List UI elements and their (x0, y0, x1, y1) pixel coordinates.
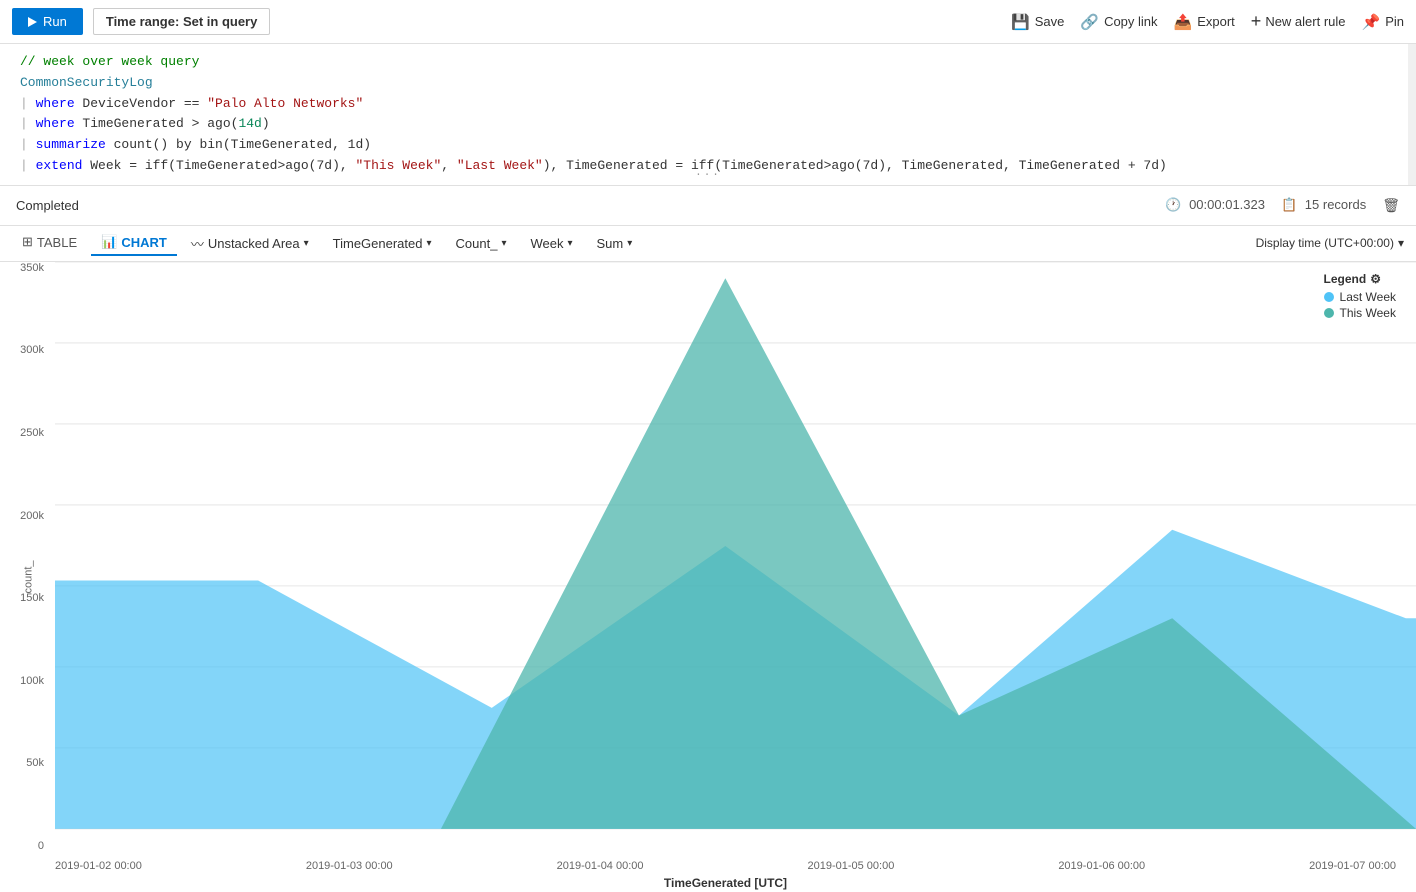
x-label-jan06: 2019-01-06 00:00 (1058, 860, 1145, 872)
pin-button[interactable]: 📌 Pin (1362, 13, 1404, 31)
resize-handle[interactable]: ... (687, 163, 729, 185)
chart-type-dropdown[interactable]: 〰 Unstacked Area ▾ (181, 230, 319, 257)
chart-toolbar: ⊞ TABLE 📊 CHART 〰 Unstacked Area ▾ TimeG… (0, 226, 1416, 262)
y-label-100k: 100k (20, 675, 44, 687)
table-tab[interactable]: ⊞ TABLE (12, 230, 87, 256)
x-axis-dropdown[interactable]: TimeGenerated ▾ (323, 232, 442, 255)
x-label-jan04: 2019-01-04 00:00 (557, 860, 644, 872)
export-icon: 📤 (1174, 13, 1193, 31)
save-button[interactable]: 💾 Save (1011, 13, 1064, 31)
chart-section: count_ 350k 300k 250k 200k 150k 100k 50k… (0, 262, 1416, 892)
split-by-dropdown[interactable]: Week ▾ (520, 232, 582, 255)
query-line4: | summarize count() by bin(TimeGenerated… (16, 135, 1400, 156)
y-label-300k: 300k (20, 344, 44, 356)
y-label-200k: 200k (20, 510, 44, 522)
display-time-label: Display time (UTC+00:00) (1256, 236, 1394, 250)
aggregation-dropdown[interactable]: Sum ▾ (587, 232, 643, 255)
chart-tab-label: CHART (121, 235, 167, 250)
query-line2: | where DeviceVendor == "Palo Alto Netwo… (16, 94, 1400, 115)
chart-icon: 📊 (101, 234, 117, 250)
chevron-down-icon-split: ▾ (567, 238, 572, 249)
status-completed: Completed (16, 198, 79, 213)
legend-dot-last-week (1324, 292, 1334, 302)
copy-link-button[interactable]: 🔗 Copy link (1080, 13, 1157, 31)
x-axis-label: TimeGenerated (333, 236, 423, 251)
copy-link-label: Copy link (1104, 14, 1157, 29)
toolbar-right: 💾 Save 🔗 Copy link 📤 Export + New alert … (1011, 11, 1404, 32)
x-label-jan02: 2019-01-02 00:00 (55, 860, 142, 872)
chevron-down-icon-y: ▾ (501, 238, 506, 249)
delete-button[interactable]: 🗑 (1382, 197, 1400, 214)
new-alert-button[interactable]: + New alert rule (1251, 11, 1346, 32)
chevron-down-icon: ▾ (304, 238, 309, 249)
pin-label: Pin (1385, 14, 1404, 29)
query-editor[interactable]: // week over week query CommonSecurityLo… (0, 44, 1416, 186)
table-icon: ⊞ (22, 234, 33, 250)
x-label-jan05: 2019-01-05 00:00 (807, 860, 894, 872)
split-by-label: Week (530, 236, 563, 251)
status-right: 🕐 00:00:01.323 📋 15 records 🗑 (1165, 197, 1400, 214)
y-axis-label: Count_ (456, 236, 498, 251)
x-label-jan07: 2019-01-07 00:00 (1309, 860, 1396, 872)
y-label-0: 0 (38, 840, 44, 852)
new-alert-label: New alert rule (1265, 14, 1345, 29)
time-range-value: Set in query (183, 14, 257, 29)
y-label-350k: 350k (20, 262, 44, 274)
records-label: 15 records (1305, 197, 1366, 212)
query-line1: CommonSecurityLog (16, 73, 1400, 94)
toolbar-left: Run Time range: Set in query (12, 8, 270, 35)
chart-legend: Legend ⚙ Last Week This Week (1324, 272, 1396, 322)
main-content: // week over week query CommonSecurityLo… (0, 44, 1416, 892)
chart-type-label: Unstacked Area (208, 236, 300, 251)
chevron-down-icon-x: ▾ (426, 238, 431, 249)
x-axis-title: TimeGenerated [UTC] (55, 876, 1396, 890)
play-icon (28, 17, 37, 27)
pin-icon: 📌 (1362, 13, 1381, 31)
run-button[interactable]: Run (12, 8, 83, 35)
records-icon: 📋 (1281, 197, 1297, 212)
x-axis-labels: 2019-01-02 00:00 2019-01-03 00:00 2019-0… (55, 860, 1396, 872)
chevron-down-icon-agg: ▾ (627, 238, 632, 249)
save-icon: 💾 (1011, 13, 1030, 31)
top-toolbar: Run Time range: Set in query 💾 Save 🔗 Co… (0, 0, 1416, 44)
chart-tab[interactable]: 📊 CHART (91, 230, 177, 256)
query-line3: | where TimeGenerated > ago(14d) (16, 114, 1400, 135)
aggregation-label: Sum (597, 236, 624, 251)
export-button[interactable]: 📤 Export (1174, 13, 1235, 31)
vertical-scrollbar[interactable] (1408, 44, 1416, 185)
y-label-150k: 150k (20, 592, 44, 604)
legend-title: Legend ⚙ (1324, 272, 1396, 286)
time-range-button[interactable]: Time range: Set in query (93, 8, 271, 35)
area-chart-icon: 〰 (191, 234, 204, 253)
run-label: Run (43, 14, 67, 29)
display-time-dropdown[interactable]: Display time (UTC+00:00) ▾ (1256, 236, 1404, 250)
link-icon: 🔗 (1080, 13, 1099, 31)
settings-icon[interactable]: ⚙ (1370, 272, 1381, 286)
query-comment: // week over week query (16, 52, 1400, 73)
y-label-250k: 250k (20, 427, 44, 439)
plus-icon: + (1251, 11, 1262, 32)
y-axis-labels: 350k 300k 250k 200k 150k 100k 50k 0 (0, 262, 50, 852)
legend-this-week: This Week (1324, 306, 1396, 320)
legend-last-week: Last Week (1324, 290, 1396, 304)
export-label: Export (1197, 14, 1235, 29)
records-count: 📋 15 records (1281, 197, 1366, 213)
y-axis-dropdown[interactable]: Count_ ▾ (446, 232, 517, 255)
chevron-down-icon-time: ▾ (1398, 236, 1404, 250)
time-range-prefix: Time range: (106, 14, 179, 29)
legend-dot-this-week (1324, 308, 1334, 318)
x-label-jan03: 2019-01-03 00:00 (306, 860, 393, 872)
chart-svg (55, 262, 1416, 834)
clock-icon: 🕐 (1165, 197, 1181, 212)
status-bar: Completed 🕐 00:00:01.323 📋 15 records 🗑 (0, 186, 1416, 226)
time-label: 00:00:01.323 (1189, 197, 1265, 212)
y-label-50k: 50k (26, 757, 44, 769)
execution-time: 🕐 00:00:01.323 (1165, 197, 1265, 213)
chart-canvas (55, 262, 1416, 834)
chart-tabs: ⊞ TABLE 📊 CHART 〰 Unstacked Area ▾ TimeG… (12, 230, 642, 257)
table-tab-label: TABLE (37, 235, 77, 250)
save-label: Save (1035, 14, 1065, 29)
